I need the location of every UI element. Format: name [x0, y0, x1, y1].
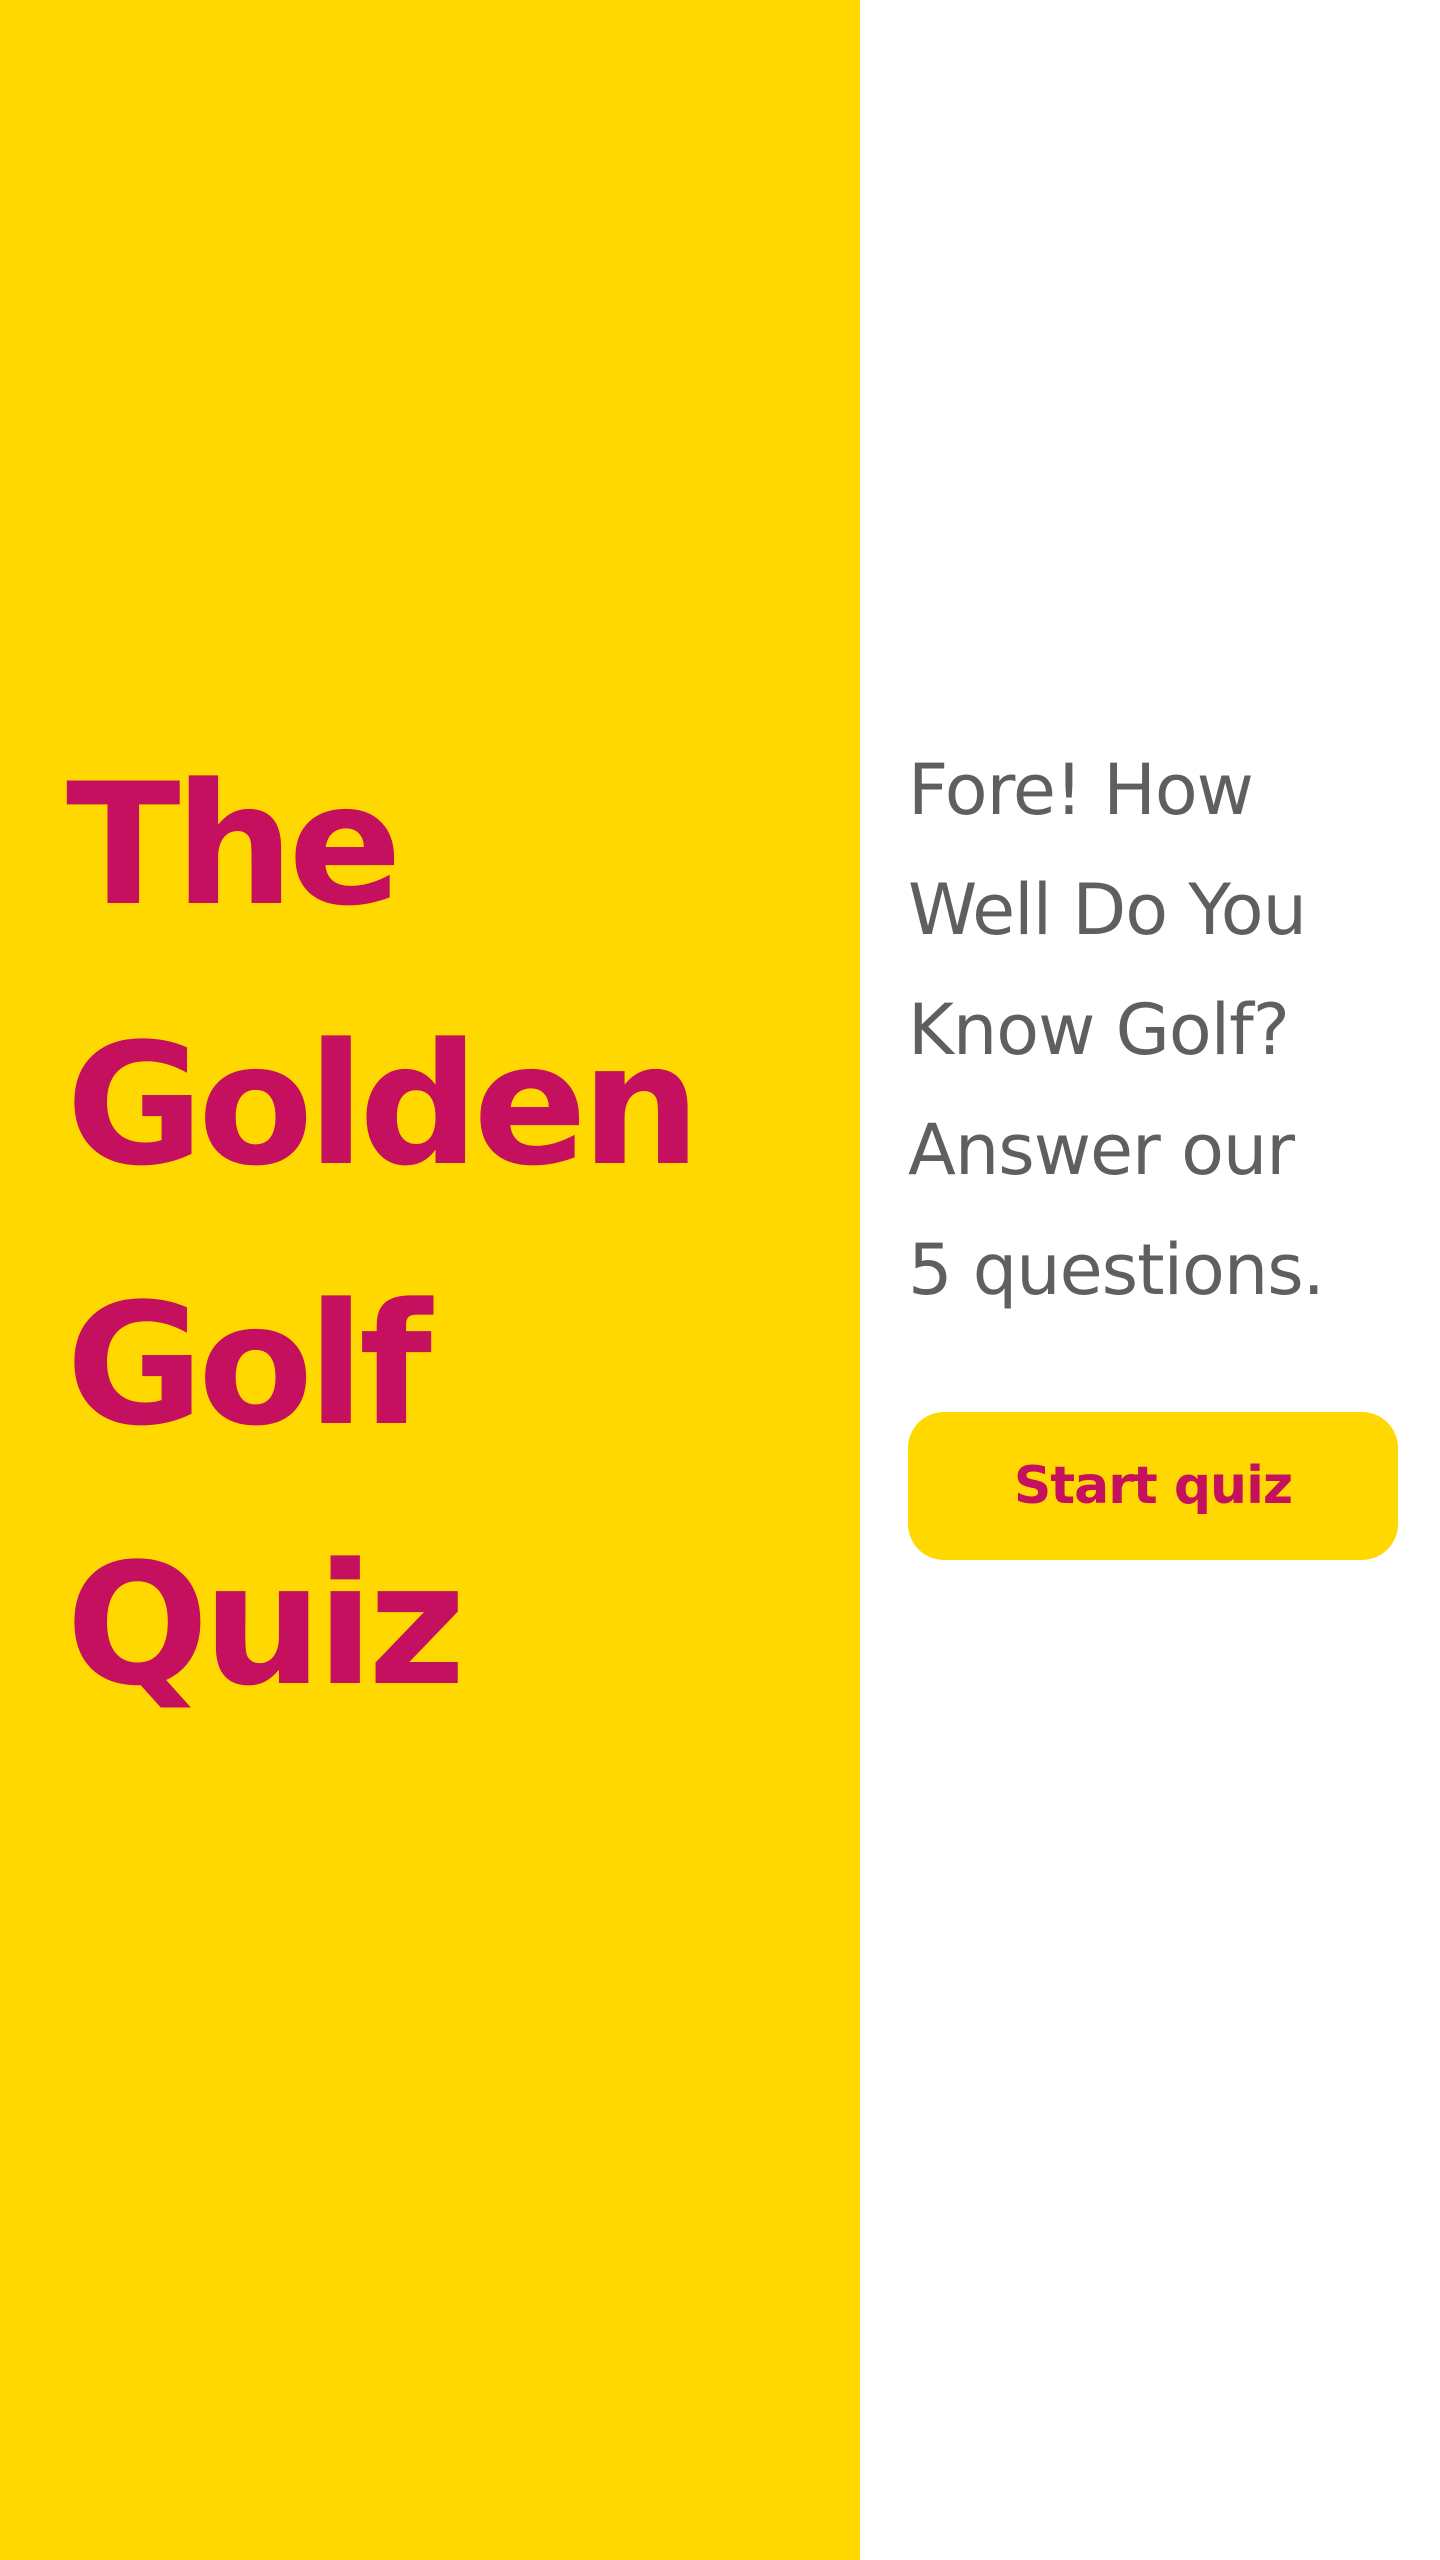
quiz-title-line: Golf [66, 1267, 432, 1463]
hero-panel: The Golden Golf Quiz [0, 0, 860, 2560]
quiz-title-line: Golden [66, 1007, 701, 1203]
intro-panel: Fore! How Well Do You Know Golf? Answer … [860, 0, 1440, 2560]
intro-text-line: Know Golf? [908, 989, 1290, 1071]
intro-text: Fore! How Well Do You Know Golf? Answer … [908, 730, 1428, 1330]
intro-text-line: Well Do You [908, 869, 1307, 951]
intro-text-line: Fore! How [908, 749, 1254, 831]
start-quiz-button[interactable]: Start quiz [908, 1412, 1398, 1560]
quiz-title-line: The [66, 747, 402, 943]
quiz-title: The Golden Golf Quiz [66, 715, 846, 1755]
quiz-landing-page: The Golden Golf Quiz Fore! How Well Do Y… [0, 0, 1440, 2560]
quiz-title-line: Quiz [66, 1527, 466, 1723]
intro-text-line: 5 questions. [908, 1229, 1325, 1311]
intro-text-line: Answer our [908, 1109, 1295, 1191]
